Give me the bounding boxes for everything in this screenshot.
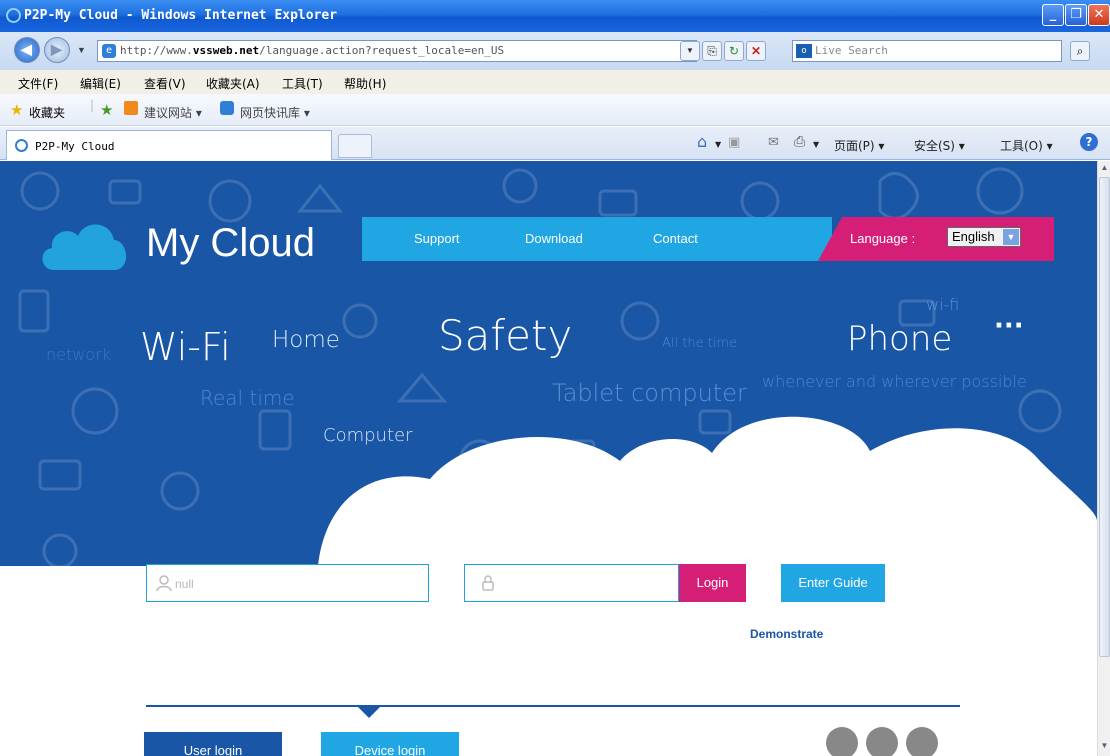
menu-favorites[interactable]: 收藏夹(A) — [206, 75, 260, 92]
ie-logo-icon — [6, 8, 21, 23]
suggested-sites-icon — [124, 101, 138, 115]
stop-icon[interactable]: ✕ — [746, 41, 766, 61]
mail-icon[interactable]: ✉ — [768, 135, 779, 150]
password-input[interactable] — [464, 564, 679, 602]
recent-pages-chevron-icon[interactable]: ▼ — [77, 45, 86, 55]
white-cloud-shape — [318, 416, 1097, 566]
forward-arrow-icon: ▶ — [51, 41, 62, 57]
menu-edit[interactable]: 编辑(E) — [80, 75, 121, 92]
social-link-icon[interactable] — [826, 727, 858, 756]
address-toolbar: ◀ ▶ ▼ e http://www.vssweb.net/language.a… — [0, 32, 1110, 70]
vertical-scrollbar[interactable]: ▲ ▼ — [1097, 161, 1110, 756]
username-input[interactable]: null — [146, 564, 429, 602]
favorites-star-icon: ★ — [10, 101, 24, 119]
menu-help[interactable]: 帮助(H) — [344, 75, 386, 92]
maximize-button[interactable]: ❐ — [1065, 4, 1087, 26]
back-arrow-icon: ◀ — [21, 41, 32, 57]
favorites-button[interactable]: 收藏夹 — [29, 104, 65, 121]
demonstrate-link[interactable]: Demonstrate — [750, 627, 823, 641]
scrollbar-thumb[interactable] — [1099, 177, 1110, 657]
add-favorite-icon[interactable]: ★ — [100, 101, 113, 119]
search-input[interactable]: o Live Search — [792, 40, 1062, 62]
address-dropdown-button[interactable]: ▼ — [680, 41, 700, 61]
home-dropdown-icon[interactable]: ▼ — [715, 140, 721, 149]
menu-tools[interactable]: 工具(T) — [282, 75, 323, 92]
tools-menu[interactable]: 工具(O) ▾ — [1000, 137, 1053, 154]
enter-guide-button[interactable]: Enter Guide — [781, 564, 885, 602]
web-slice-icon — [220, 101, 234, 115]
menu-view[interactable]: 查看(V) — [144, 75, 186, 92]
forward-button[interactable]: ▶ — [44, 37, 70, 63]
separator: | — [90, 98, 95, 112]
window-title: P2P-My Cloud - Windows Internet Explorer — [24, 8, 338, 23]
url-path: /language.action?request_locale=en_US — [259, 44, 505, 57]
web-slice-gallery-link[interactable]: 网页快讯库 ▾ — [240, 104, 310, 121]
search-placeholder: Live Search — [815, 44, 888, 57]
page-icon: e — [102, 44, 116, 58]
scroll-down-icon[interactable]: ▼ — [1099, 741, 1110, 755]
refresh-icon[interactable]: ↻ — [724, 41, 744, 61]
address-input[interactable]: e http://www.vssweb.net/language.action?… — [97, 40, 697, 62]
lock-icon — [482, 575, 494, 591]
tab-active[interactable]: P2P-My Cloud — [6, 130, 332, 160]
window-titlebar: P2P-My Cloud - Windows Internet Explorer… — [0, 0, 1110, 32]
close-button[interactable]: ✕ — [1088, 4, 1110, 26]
feeds-icon[interactable]: ▣ — [728, 135, 740, 150]
safety-menu[interactable]: 安全(S) ▾ — [914, 137, 965, 154]
user-login-tab[interactable]: User login — [144, 732, 282, 756]
hero-banner: My Cloud Support Download Contact Langua… — [0, 161, 1097, 566]
tab-bar: P2P-My Cloud ⌂ ▼ ▣ ✉ ⎙ ▼ 页面(P) ▾ 安全(S) ▾… — [0, 127, 1110, 160]
qq-icon[interactable] — [866, 727, 898, 756]
compatibility-view-icon[interactable]: ⎘ — [702, 41, 722, 61]
menu-bar: 文件(F) 编辑(E) 查看(V) 收藏夹(A) 工具(T) 帮助(H) — [0, 70, 1110, 94]
scroll-up-icon[interactable]: ▲ — [1099, 163, 1110, 177]
device-login-tab[interactable]: Device login — [321, 732, 459, 756]
favorites-bar: ★ 收藏夹 | ★ 建议网站 ▾ 网页快讯库 ▾ — [0, 94, 1110, 126]
username-placeholder: null — [175, 577, 194, 591]
weibo-icon[interactable] — [906, 727, 938, 756]
login-button[interactable]: Login — [679, 564, 746, 602]
print-icon[interactable]: ⎙ — [794, 134, 805, 150]
suggested-sites-link[interactable]: 建议网站 ▾ — [144, 104, 202, 121]
page-menu[interactable]: 页面(P) ▾ — [834, 137, 884, 154]
user-icon — [156, 575, 172, 592]
back-button[interactable]: ◀ — [14, 37, 40, 63]
url-prefix: http://www. — [120, 44, 193, 57]
search-icon[interactable]: ⌕ — [1070, 41, 1090, 61]
tab-ie-icon — [15, 139, 28, 152]
tab-title: P2P-My Cloud — [35, 140, 115, 153]
help-icon[interactable]: ? — [1080, 133, 1098, 151]
home-icon[interactable]: ⌂ — [697, 132, 707, 151]
print-dropdown-icon[interactable]: ▼ — [813, 140, 819, 149]
page-viewport: My Cloud Support Download Contact Langua… — [0, 161, 1097, 756]
new-tab-button[interactable] — [338, 134, 372, 158]
menu-file[interactable]: 文件(F) — [18, 75, 58, 92]
minimize-button[interactable]: _ — [1042, 4, 1064, 26]
url-domain: vssweb.net — [192, 44, 260, 57]
login-divider — [146, 705, 960, 707]
divider-caret-icon — [358, 707, 380, 718]
live-search-icon: o — [796, 44, 812, 58]
